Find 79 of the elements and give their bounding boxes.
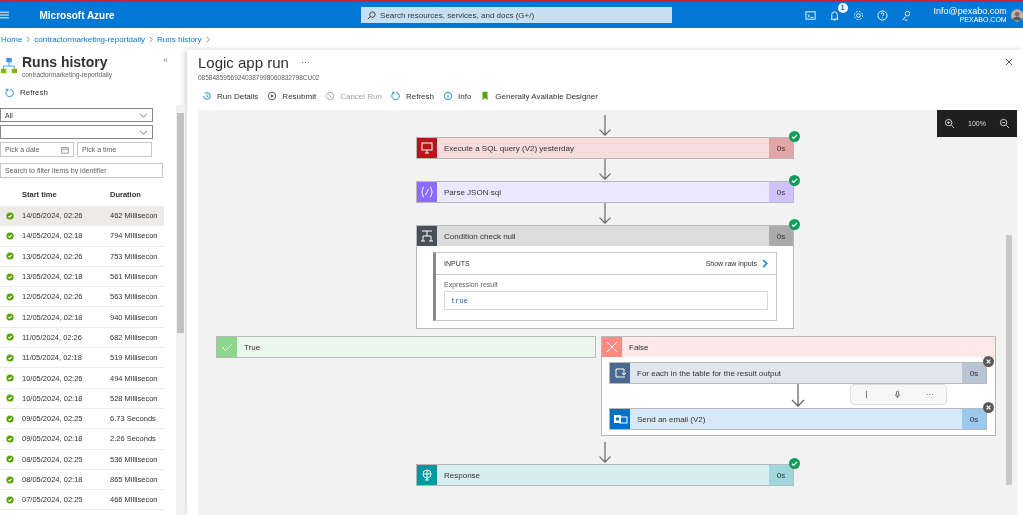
bell-icon[interactable]	[828, 9, 840, 21]
search-bar[interactable]: Search resources, services, and docs (G+/)	[361, 7, 672, 23]
action-duration: 0s	[769, 138, 793, 158]
arrow	[598, 115, 612, 137]
breadcrumb-link[interactable]: Home	[1, 34, 23, 44]
action-duration: 0s	[769, 226, 793, 246]
arrow	[598, 159, 612, 181]
toolbar-button[interactable]: Generally Available Designer	[480, 91, 598, 101]
arrow	[791, 384, 805, 408]
chevron-icon	[26, 35, 31, 43]
breadcrumb-link[interactable]: contractormarketing-reportdaily	[34, 34, 146, 44]
action-duration: 0s	[962, 363, 986, 383]
action-title: Execute a SQL query (V2) yesterday	[443, 142, 575, 155]
toolbar-button[interactable]: Resubmit	[267, 91, 317, 101]
email-action-icon	[610, 409, 630, 429]
panel-title: Runs history	[22, 53, 109, 71]
collapse-button[interactable]: «	[163, 55, 168, 65]
more-button[interactable]: ···	[300, 57, 310, 67]
notification-badge: 1	[837, 2, 848, 13]
chevron-icon	[149, 35, 154, 43]
action-duration: 0s	[962, 409, 986, 429]
action-card[interactable]: For each in the table for the result output 0s	[609, 362, 987, 384]
feedback-icon[interactable]	[900, 9, 912, 21]
cancel-icon	[325, 91, 336, 101]
action-duration: 0s	[769, 465, 793, 485]
dropdown-icon	[139, 112, 148, 118]
zoom-out-icon[interactable]	[999, 118, 1011, 129]
menu-icon[interactable]	[0, 11, 10, 19]
condition-action-icon	[417, 226, 437, 246]
calendar-icon[interactable]	[61, 145, 69, 154]
response-action-icon	[417, 465, 437, 485]
sql-action-icon	[417, 138, 437, 158]
chevron-icon	[205, 35, 210, 43]
search-icon	[367, 10, 377, 20]
cloud-shell-icon[interactable]	[804, 9, 816, 21]
action-card[interactable]: Parse JSON sql 0s	[416, 181, 794, 203]
action-card[interactable]: Execute a SQL query (V2) yesterday 0s	[416, 137, 794, 159]
action-duration: 0s	[769, 182, 793, 202]
toolbar-button[interactable]: Refresh	[390, 91, 434, 101]
action-title: For each in the table for the result output	[636, 367, 783, 380]
action-card[interactable]: Send an email (V2) 0s	[609, 408, 987, 430]
panel-title: Logic app run	[198, 53, 289, 71]
resubmit-icon	[267, 91, 278, 101]
refresh-button[interactable]: Refresh	[0, 86, 187, 99]
more-button[interactable]: ···	[925, 390, 934, 399]
toolbar-button[interactable]: Info	[443, 91, 472, 101]
help-icon[interactable]	[876, 9, 888, 21]
filter-dropdown[interactable]	[0, 125, 153, 139]
refresh-icon	[5, 87, 15, 98]
action-title: Send an email (V2)	[636, 413, 707, 426]
close-icon[interactable]	[1005, 58, 1013, 66]
toolbar-button[interactable]: Run Details	[202, 91, 259, 101]
search-field[interactable]: Search resources, services, and docs (G+/)	[380, 8, 672, 22]
action-title: Parse JSON sql	[443, 186, 502, 199]
breadcrumb-link[interactable]: Runs history	[157, 34, 202, 44]
avatar[interactable]	[1010, 8, 1023, 22]
arrow	[598, 203, 612, 225]
info-icon	[443, 91, 453, 101]
microphone-icon[interactable]	[894, 390, 902, 399]
chevron-icon[interactable]	[762, 259, 768, 268]
action-title: Condition check null	[443, 230, 517, 243]
details-icon	[202, 91, 212, 101]
action-title: Response	[443, 469, 482, 482]
account-email[interactable]: Info@pexabo.com	[933, 6, 1007, 16]
branch-label: False	[628, 341, 650, 354]
brand-name[interactable]: Microsoft Azure	[39, 9, 277, 21]
dropdown-icon	[139, 129, 148, 135]
settings-icon[interactable]	[852, 9, 864, 21]
refresh-icon	[390, 91, 401, 101]
branch-label: True	[243, 341, 262, 354]
workflow-icon	[0, 57, 18, 75]
action-card[interactable]: Response 0s	[416, 464, 794, 486]
json-action-icon	[417, 182, 437, 202]
scrollbar[interactable]	[176, 105, 185, 515]
foreach-action-icon	[610, 363, 630, 383]
zoom-in-icon[interactable]	[943, 118, 955, 129]
designer-icon	[480, 91, 491, 101]
arrow	[598, 442, 612, 464]
scrollbar[interactable]	[1006, 235, 1012, 485]
